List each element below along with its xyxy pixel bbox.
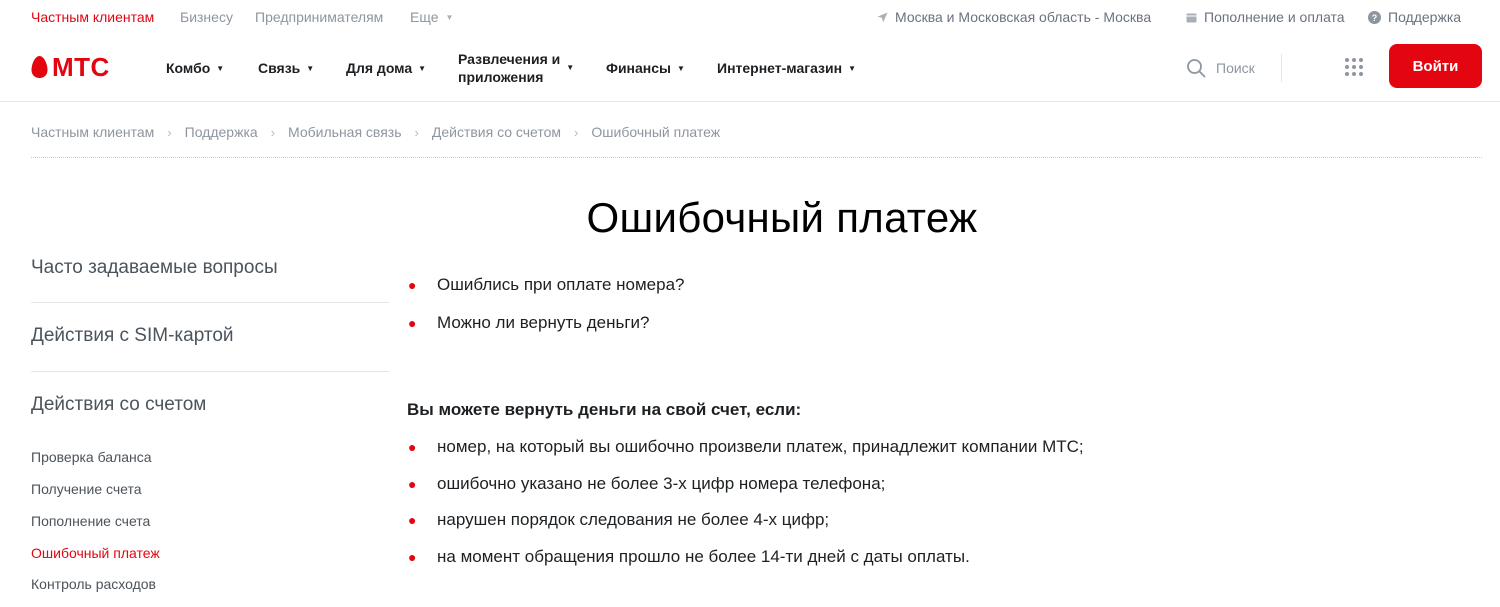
- support-label: Поддержка: [1388, 9, 1462, 25]
- nav-entertainment-label: Развлечения и приложения: [458, 50, 560, 86]
- sidebar-link-expenses[interactable]: Контроль расходов: [31, 576, 156, 592]
- question-link[interactable]: ● Ошиблись при оплате номера?: [408, 275, 685, 295]
- condition-text: на момент обращения прошло не более 14-т…: [437, 547, 970, 566]
- search-button[interactable]: Поиск: [1186, 58, 1255, 78]
- chevron-down-icon: ▼: [216, 63, 225, 73]
- sidebar-link-topup[interactable]: Пополнение счета: [31, 513, 150, 529]
- sidebar-section-sim[interactable]: Действия с SIM-картой: [31, 325, 234, 347]
- segment-business[interactable]: Бизнесу: [180, 9, 233, 25]
- region-label: Москва и Московская область - Москва: [895, 9, 1152, 25]
- main-header: МТС Комбо ▼ Связь ▼ Для дома ▼ Развлечения …: [0, 34, 1500, 102]
- nav-entertainment-line2: приложения: [458, 69, 544, 85]
- sidebar-divider: [31, 371, 389, 372]
- sidebar-divider: [31, 302, 389, 303]
- question-text: Ошиблись при оплате номера?: [437, 275, 685, 294]
- breadcrumb-item[interactable]: Мобильная связь: [288, 124, 401, 140]
- condition-text: номер, на который вы ошибочно произвели …: [437, 437, 1084, 456]
- nav-shop-label: Интернет-магазин: [717, 60, 843, 76]
- question-text: Можно ли вернуть деньги?: [437, 313, 650, 332]
- condition-text: ошибочно указано не более 3-х цифр номер…: [437, 474, 886, 493]
- nav-connection-label: Связь: [258, 60, 301, 76]
- payment-label: Пополнение и оплата: [1204, 9, 1345, 25]
- svg-text:?: ?: [1372, 13, 1378, 23]
- nav-entertainment-line1: Развлечения и: [458, 51, 561, 67]
- nav-connection[interactable]: Связь ▼: [258, 60, 314, 76]
- header-divider: [1281, 54, 1282, 82]
- segment-more-label: Еще: [410, 9, 439, 25]
- breadcrumb-item[interactable]: Действия со счетом: [432, 124, 561, 140]
- nav-shop[interactable]: Интернет-магазин ▼: [717, 60, 856, 76]
- logo-wordmark: МТС: [52, 52, 110, 82]
- condition-item: ● нарушен порядок следования не более 4-х…: [408, 510, 829, 530]
- chevron-right-icon: ›: [414, 124, 419, 140]
- nav-combo-label: Комбо: [166, 60, 211, 76]
- bullet-dot-icon: ●: [408, 439, 417, 455]
- top-utility-bar: Частным клиентам Бизнесу Предпринимателя…: [0, 0, 1500, 34]
- bullet-dot-icon: ●: [408, 476, 417, 492]
- breadcrumb-current: Ошибочный платеж: [591, 124, 721, 140]
- nav-finance[interactable]: Финансы ▼: [606, 60, 685, 76]
- breadcrumb-item[interactable]: Частным клиентам: [31, 124, 154, 140]
- chevron-right-icon: ›: [574, 124, 579, 140]
- help-circle-icon: ?: [1368, 10, 1381, 24]
- sidebar-link-bill[interactable]: Получение счета: [31, 481, 142, 497]
- bullet-dot-icon: ●: [408, 549, 417, 565]
- segment-more[interactable]: Еще ▼: [410, 9, 453, 25]
- sidebar-link-wrong-payment[interactable]: Ошибочный платеж: [31, 545, 160, 561]
- region-selector[interactable]: Москва и Московская область - Москва: [877, 9, 1151, 25]
- breadcrumb-item[interactable]: Поддержка: [185, 124, 258, 140]
- search-icon: [1187, 59, 1206, 78]
- nav-finance-label: Финансы: [606, 60, 671, 76]
- mts-logo[interactable]: МТС: [31, 54, 110, 80]
- apps-grid-icon[interactable]: [1345, 58, 1363, 76]
- chevron-right-icon: ›: [270, 124, 276, 140]
- nav-home[interactable]: Для дома ▼: [346, 60, 426, 76]
- segment-entrepreneurs[interactable]: Предпринимателям: [255, 9, 383, 25]
- support-link[interactable]: ? Поддержка: [1368, 9, 1461, 25]
- location-arrow-icon: [877, 12, 888, 22]
- chevron-down-icon: ▼: [677, 63, 685, 73]
- question-link[interactable]: ● Можно ли вернуть деньги?: [408, 313, 649, 333]
- bullet-dot-icon: ●: [408, 512, 417, 528]
- condition-item: ● ошибочно указано не более 3-х цифр номе…: [408, 474, 885, 494]
- login-button[interactable]: Войти: [1389, 44, 1482, 88]
- sidebar-section-account[interactable]: Действия со счетом: [31, 394, 206, 416]
- sidebar-link-balance[interactable]: Проверка баланса: [31, 449, 152, 465]
- chevron-right-icon: ›: [167, 124, 172, 140]
- breadcrumb-divider: [31, 157, 1482, 158]
- search-label: Поиск: [1216, 60, 1255, 76]
- wallet-icon: [1186, 13, 1197, 22]
- sidebar-section-faq[interactable]: Часто задаваемые вопросы: [31, 257, 278, 279]
- chevron-down-icon: ▼: [848, 63, 856, 73]
- breadcrumb: Частным клиентам › Поддержка › Мобильная с…: [31, 124, 720, 140]
- bullet-dot-icon: ●: [408, 315, 417, 331]
- payment-link[interactable]: Пополнение и оплата: [1186, 9, 1345, 25]
- conditions-heading: Вы можете вернуть деньги на свой счет, е…: [407, 400, 802, 419]
- segment-private-clients[interactable]: Частным клиентам: [31, 9, 154, 25]
- condition-item: ● номер, на который вы ошибочно произвели…: [408, 437, 1084, 457]
- page-title: Ошибочный платеж: [586, 194, 978, 241]
- chevron-down-icon: ▼: [445, 13, 454, 22]
- nav-entertainment[interactable]: Развлечения и приложения ▼: [458, 50, 574, 86]
- chevron-down-icon: ▼: [306, 63, 315, 73]
- condition-text: нарушен порядок следования не более 4-х …: [437, 510, 830, 529]
- chevron-down-icon: ▼: [566, 63, 575, 72]
- nav-home-label: Для дома: [346, 60, 413, 76]
- nav-combo[interactable]: Комбо ▼: [166, 60, 224, 76]
- chevron-down-icon: ▼: [418, 63, 427, 73]
- bullet-dot-icon: ●: [408, 277, 417, 293]
- mts-egg-icon: [31, 56, 48, 78]
- condition-item: ● на момент обращения прошло не более 14-…: [408, 547, 970, 567]
